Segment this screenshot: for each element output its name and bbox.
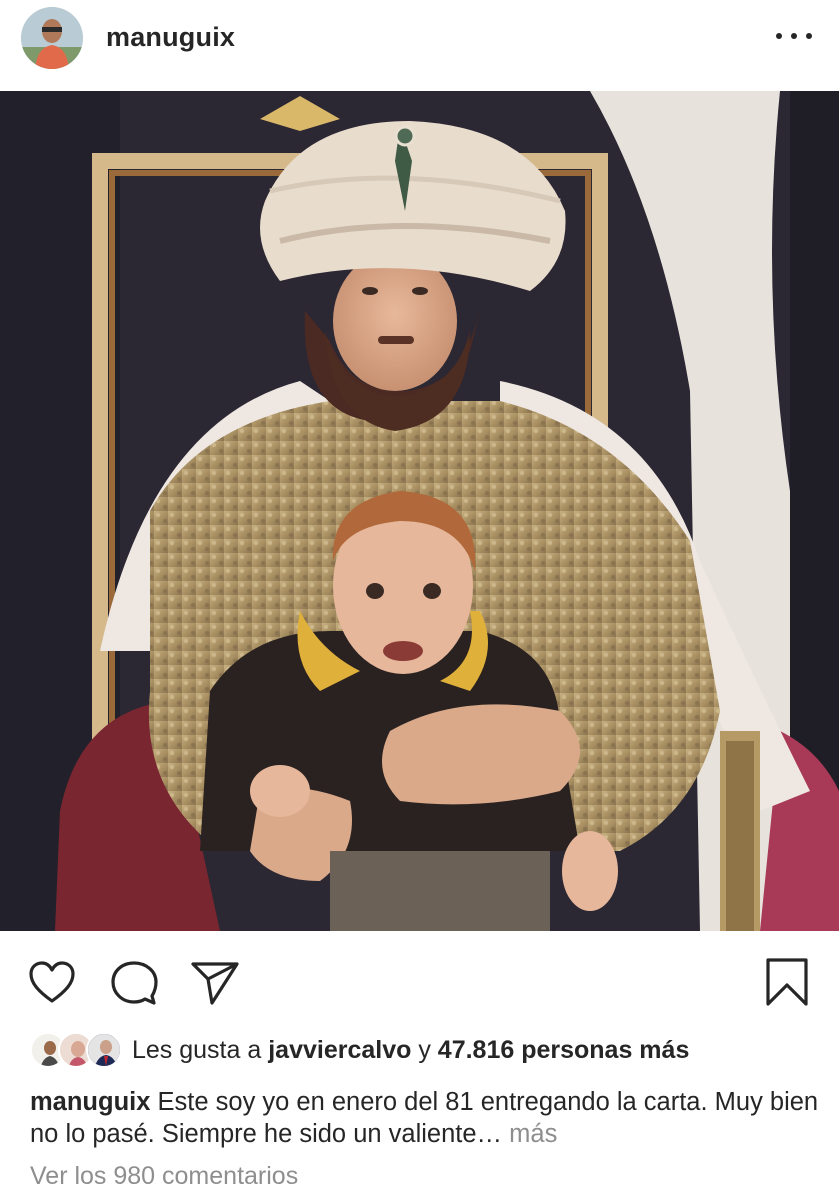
username[interactable]: manuguix [106, 22, 235, 53]
liker-username[interactable]: javviercalvo [268, 1036, 411, 1064]
likes-connector: y [418, 1035, 431, 1064]
more-options-icon[interactable] [776, 24, 812, 48]
caption-username[interactable]: manuguix [30, 1088, 150, 1116]
post-header: manuguix [0, 0, 839, 90]
view-comments-link[interactable]: Ver los 980 comentarios [30, 1162, 298, 1191]
caption-more-link[interactable]: más [509, 1120, 557, 1148]
avatar [86, 1032, 122, 1068]
likes-prefix: Les gusta a [132, 1035, 262, 1064]
avatar[interactable] [21, 7, 83, 69]
caption: manuguix Este soy yo en enero del 81 ent… [30, 1086, 820, 1150]
action-bar [0, 931, 839, 1021]
bookmark-icon[interactable] [764, 957, 810, 1007]
post-photo[interactable] [0, 91, 839, 931]
send-icon[interactable] [190, 960, 240, 1006]
comment-icon[interactable] [110, 960, 158, 1006]
liker-avatars[interactable] [30, 1032, 122, 1068]
likes-row: Les gusta a javviercalvo y 47.816 person… [30, 1030, 830, 1070]
likes-text: Les gusta a javviercalvo y 47.816 person… [132, 1036, 689, 1065]
likes-count[interactable]: 47.816 personas más [438, 1036, 690, 1064]
heart-icon[interactable] [28, 961, 76, 1005]
